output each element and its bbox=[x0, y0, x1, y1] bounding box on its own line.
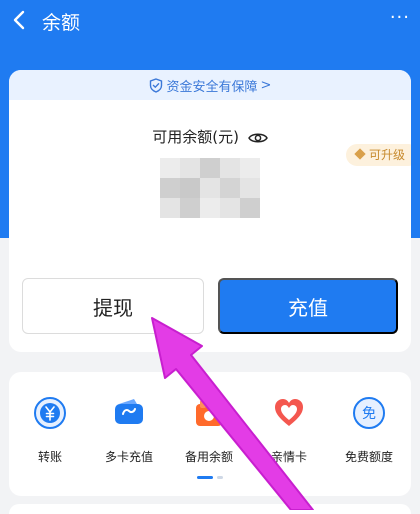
service-spare-balance[interactable]: 备用余额 bbox=[171, 396, 247, 465]
balance-value-blurred bbox=[160, 158, 260, 218]
more-dots-icon[interactable]: ··· bbox=[390, 9, 410, 27]
withdraw-button[interactable]: 提现 bbox=[22, 278, 204, 334]
balance-card: 资金安全有保障 > 可用余额(元) 可升级 提现 充值 bbox=[9, 70, 411, 352]
service-multi-card-topup[interactable]: 多卡充值 bbox=[91, 396, 167, 465]
safety-banner-chevron: > bbox=[260, 77, 272, 93]
service-label: 亲情卡 bbox=[270, 450, 307, 464]
safety-banner-text: 资金安全有保障 bbox=[166, 79, 258, 95]
service-label: 免费额度 bbox=[344, 450, 393, 464]
services-panel: 转账 多卡充值 备用余额 亲情卡 免 免费额度 bbox=[9, 372, 411, 496]
service-free-quota[interactable]: 免 免费额度 bbox=[331, 396, 407, 465]
service-label: 多卡充值 bbox=[104, 450, 153, 464]
service-label: 备用余额 bbox=[184, 450, 233, 464]
balance-label: 可用余额(元) bbox=[152, 128, 239, 146]
next-panel-edge bbox=[9, 504, 411, 514]
spare-balance-icon bbox=[196, 400, 222, 426]
service-family-card[interactable]: 亲情卡 bbox=[251, 396, 327, 465]
yuan-circle-icon bbox=[34, 397, 66, 429]
service-transfer[interactable]: 转账 bbox=[12, 396, 88, 465]
gem-icon bbox=[354, 148, 366, 160]
upgrade-badge-text: 可升级 bbox=[368, 148, 405, 162]
top-bar: 余额 ··· bbox=[0, 0, 420, 40]
wallet-icon bbox=[115, 399, 143, 424]
shield-check-icon bbox=[149, 77, 162, 93]
free-glyph: 免 bbox=[362, 406, 376, 422]
free-quota-icon: 免 bbox=[353, 397, 385, 429]
safety-banner[interactable]: 资金安全有保障 > bbox=[9, 70, 411, 100]
service-label: 转账 bbox=[37, 450, 62, 464]
balance-label-row: 可用余额(元) bbox=[9, 126, 411, 147]
upgrade-badge[interactable]: 可升级 bbox=[345, 144, 411, 166]
page-title: 余额 bbox=[42, 12, 81, 34]
topup-button[interactable]: 充值 bbox=[218, 278, 398, 334]
eye-icon[interactable] bbox=[247, 131, 268, 145]
heart-card-icon bbox=[275, 399, 303, 426]
chevron-left-icon[interactable] bbox=[6, 4, 34, 36]
page-indicator bbox=[197, 476, 223, 479]
